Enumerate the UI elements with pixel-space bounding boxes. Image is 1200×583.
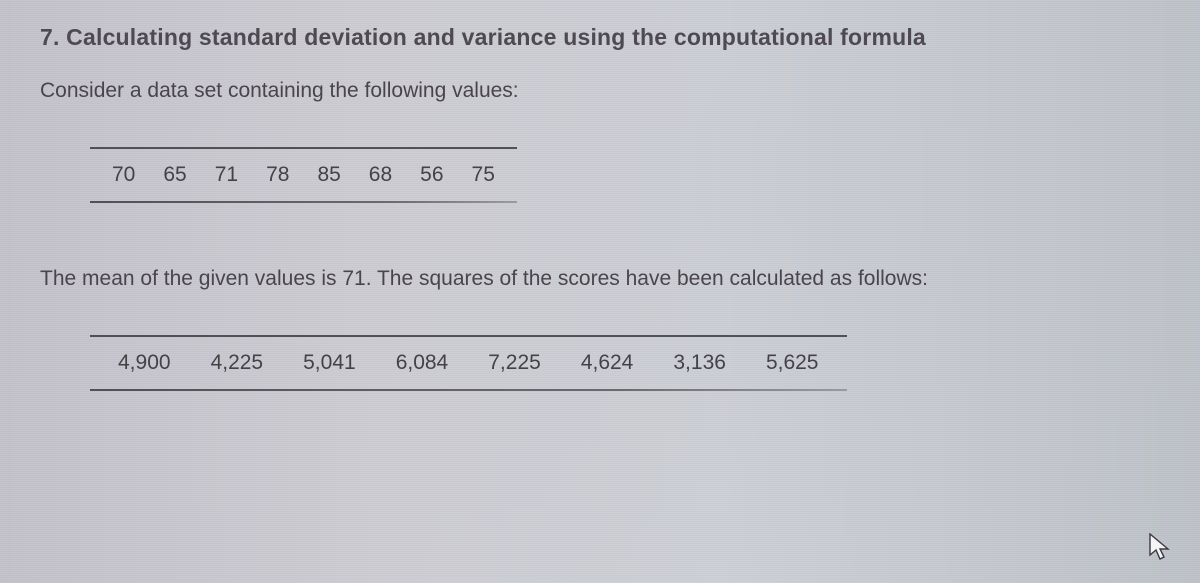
value-cell: 85 xyxy=(303,163,354,187)
square-cell: 6,084 xyxy=(376,351,469,375)
table-rule-top xyxy=(90,335,847,337)
value-cell: 71 xyxy=(201,163,252,187)
square-cell: 4,624 xyxy=(561,351,654,375)
square-cell: 4,900 xyxy=(98,351,191,375)
value-cell: 70 xyxy=(98,163,149,187)
question-title: 7. Calculating standard deviation and va… xyxy=(40,24,1160,51)
intro-text: Consider a data set containing the follo… xyxy=(40,79,1160,103)
values-row: 70 65 71 78 85 68 56 75 xyxy=(90,149,517,201)
value-cell: 65 xyxy=(149,163,200,187)
value-cell: 68 xyxy=(355,163,406,187)
mean-text: The mean of the given values is 71. The … xyxy=(40,267,1160,291)
cursor-icon xyxy=(1148,533,1172,561)
square-cell: 5,041 xyxy=(283,351,376,375)
squares-table: 4,900 4,225 5,041 6,084 7,225 4,624 3,13… xyxy=(90,335,847,391)
square-cell: 7,225 xyxy=(468,351,561,375)
table-rule-top xyxy=(90,147,517,149)
values-table: 70 65 71 78 85 68 56 75 xyxy=(90,147,517,203)
square-cell: 5,625 xyxy=(746,351,839,375)
value-cell: 78 xyxy=(252,163,303,187)
value-cell: 75 xyxy=(458,163,509,187)
table-rule-bottom xyxy=(90,389,847,391)
square-cell: 4,225 xyxy=(191,351,284,375)
value-cell: 56 xyxy=(406,163,457,187)
table-rule-bottom xyxy=(90,201,517,203)
square-cell: 3,136 xyxy=(653,351,746,375)
question-content: 7. Calculating standard deviation and va… xyxy=(0,0,1200,431)
squares-row: 4,900 4,225 5,041 6,084 7,225 4,624 3,13… xyxy=(90,337,847,389)
